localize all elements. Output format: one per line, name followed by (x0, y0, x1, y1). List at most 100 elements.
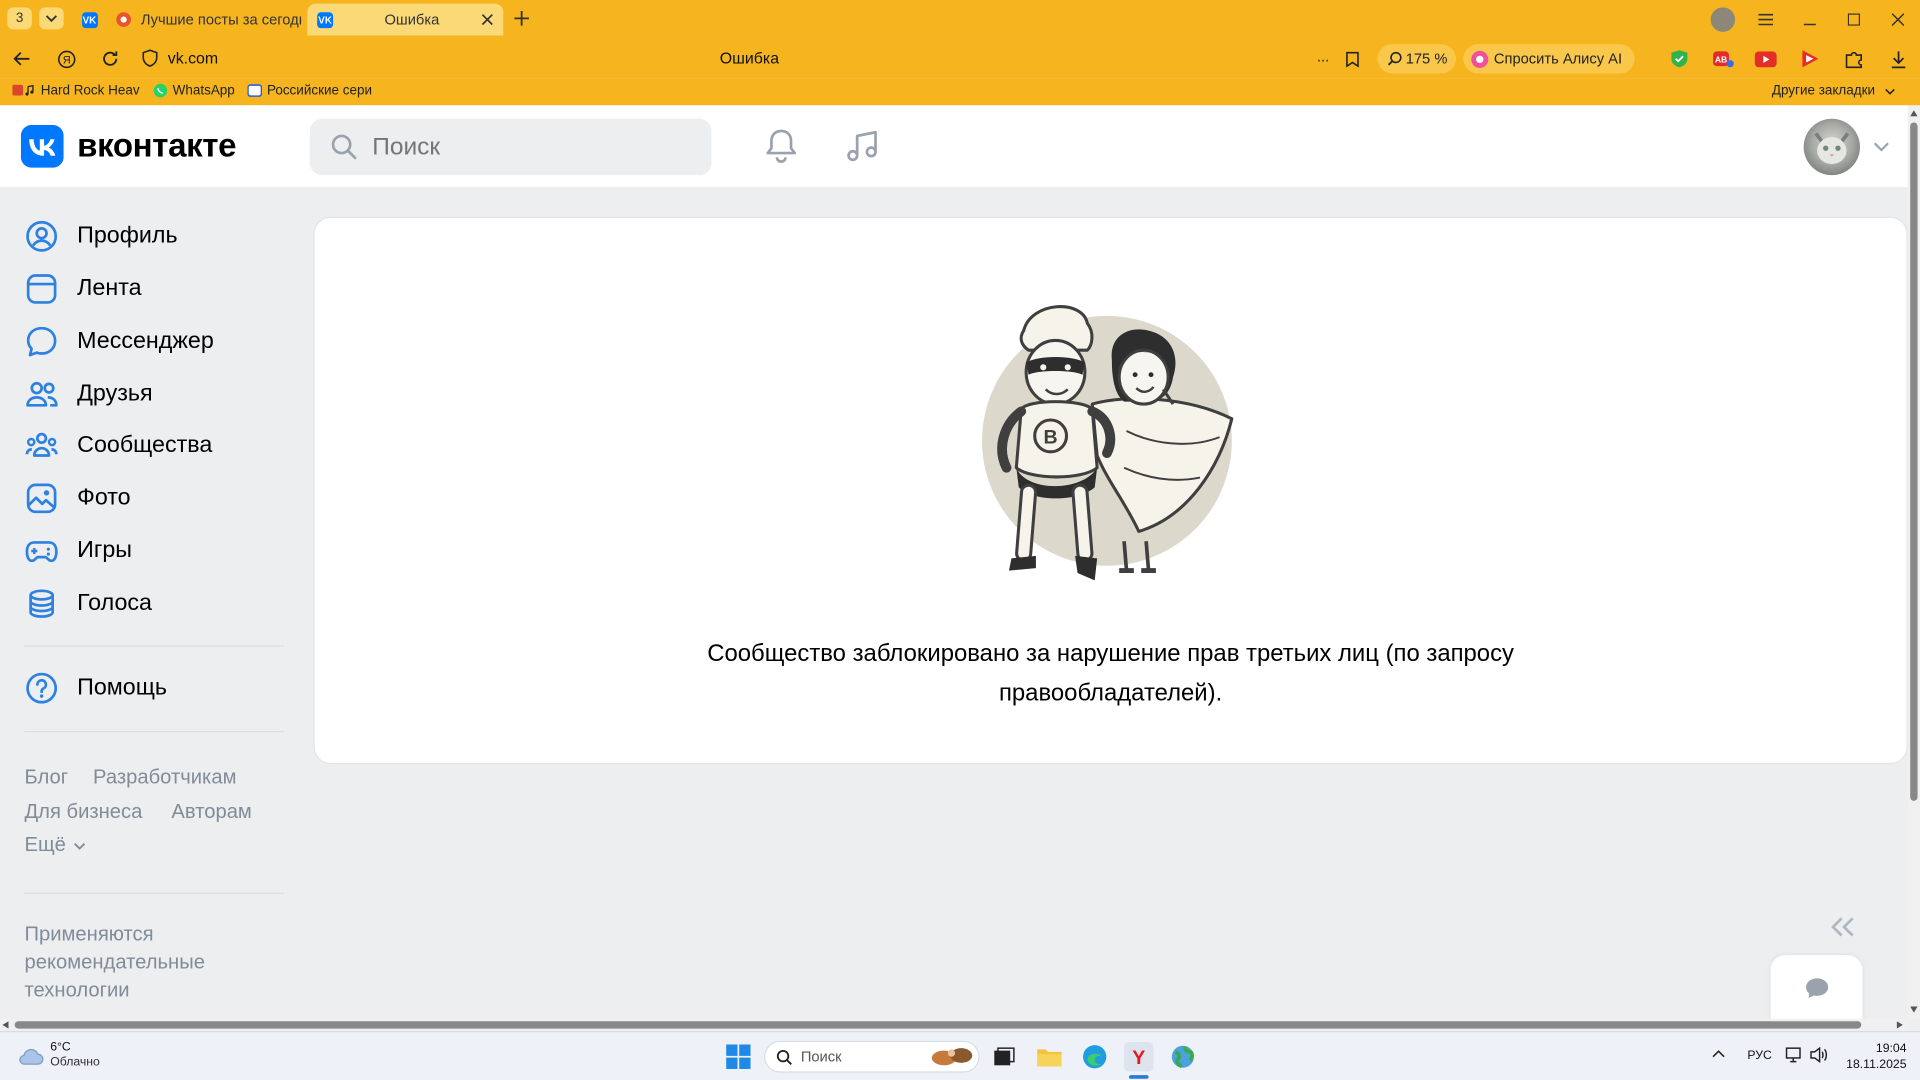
games-icon (25, 541, 58, 563)
sidebar-item-feed[interactable]: Лента (24, 267, 142, 311)
tabs-dropdown-button[interactable] (39, 7, 64, 30)
more-icon: ··· (1316, 49, 1329, 68)
sidebar-item-votes[interactable]: Голоса (24, 582, 152, 626)
footer-link-blog[interactable]: Блог (24, 767, 68, 790)
new-tab-button[interactable] (509, 6, 533, 30)
alice-label: Спросить Алису AI (1493, 50, 1623, 68)
network-status[interactable] (1785, 1047, 1803, 1063)
volume-control[interactable] (1810, 1046, 1830, 1063)
site-security-icon[interactable] (142, 49, 158, 67)
taskbar-search[interactable]: Поиск (764, 1040, 980, 1073)
tab-label: Лучшие посты за сегодня (140, 11, 302, 29)
reload-button[interactable] (98, 47, 122, 71)
footer-link-authors[interactable]: Авторам (171, 801, 251, 824)
back-button[interactable] (10, 47, 34, 71)
tab-error[interactable]: VK Ошибка (307, 3, 504, 36)
close-icon[interactable] (481, 13, 493, 26)
sidebar-item-help[interactable]: Помощь (24, 666, 167, 710)
adblock-extension-button[interactable]: AB (1711, 47, 1735, 71)
arrow-left-icon (13, 52, 30, 66)
vertical-scroll-thumb[interactable] (1910, 122, 1918, 801)
vk-search-box[interactable] (309, 118, 712, 176)
recommend-line: Применяются (24, 923, 154, 946)
sidebar-item-label: Голоса (77, 590, 152, 616)
scroll-right-arrow[interactable] (1896, 1021, 1903, 1029)
sidebar-item-friends[interactable]: Друзья (24, 372, 153, 416)
scroll-down-arrow[interactable] (1910, 1006, 1918, 1014)
yandex-button[interactable]: Я (54, 47, 78, 71)
music-bookmark-icon (12, 84, 34, 96)
search-icon (331, 134, 357, 160)
other-bookmarks-button[interactable]: Другие закладки (1772, 83, 1896, 98)
task-view-button[interactable] (989, 1042, 1018, 1071)
music-button[interactable] (844, 126, 883, 165)
account-menu-chevron[interactable] (1873, 142, 1889, 152)
notifications-button[interactable] (762, 126, 801, 165)
sidebar-item-photo[interactable]: Фото (24, 476, 131, 520)
footer-link-business[interactable]: Для бизнеса (24, 801, 142, 824)
alice-button[interactable]: Спросить Алису AI (1463, 44, 1635, 74)
downloads-button[interactable] (1886, 47, 1910, 71)
scroll-up-arrow[interactable] (1910, 110, 1918, 117)
caret-left-icon (2, 1021, 9, 1029)
sidebar-item-games[interactable]: Игры (24, 529, 132, 573)
horizontal-scroll-thumb[interactable] (14, 1021, 1862, 1029)
footer-more-label: Ещё (24, 833, 66, 856)
chevron-down-icon (73, 843, 85, 850)
recommend-tech-link[interactable]: Применяются рекомендательные технологии (24, 921, 204, 1005)
address-page-title: Ошибка (719, 48, 780, 68)
vk-search-input[interactable] (372, 132, 679, 162)
bookmark-label: Hard Rock Heav (40, 83, 140, 98)
footer-more-button[interactable]: Ещё (24, 834, 85, 857)
vk-logo[interactable]: вконтакте (20, 124, 237, 168)
sidebar-item-profile[interactable]: Профиль (24, 214, 178, 258)
more-dots-button[interactable]: ··· (1311, 47, 1333, 71)
collapse-panel-button[interactable] (1829, 916, 1856, 938)
horizontal-scrollbar[interactable] (0, 1018, 1908, 1032)
input-language[interactable]: РУС (1747, 1049, 1772, 1062)
close-window-button[interactable] (1886, 7, 1910, 31)
clock[interactable]: 19:04 18.11.2025 (1840, 1041, 1906, 1073)
tab-counter-button[interactable]: 3 (7, 7, 32, 30)
start-button[interactable] (724, 1042, 753, 1071)
chat-widget-button[interactable] (1770, 955, 1863, 1029)
photo-icon (26, 483, 57, 514)
task-view-icon (994, 1047, 1015, 1066)
edge-button[interactable] (1080, 1042, 1109, 1071)
vertical-scrollbar[interactable] (1907, 105, 1920, 1019)
user-avatar[interactable] (1803, 118, 1861, 176)
bookmark-button[interactable] (1341, 47, 1363, 71)
bookmarks-bar: Hard Rock Heav WhatsApp Российские сери … (0, 78, 1920, 106)
svg-text:Y: Y (1132, 1047, 1145, 1068)
zoom-indicator[interactable]: 175 % (1377, 44, 1456, 74)
system-tray-expand[interactable] (1712, 1049, 1725, 1058)
tab-pinned-vk[interactable]: VK (73, 4, 105, 36)
maximize-button[interactable] (1842, 7, 1866, 31)
scroll-left-arrow[interactable] (2, 1021, 9, 1029)
play-extension-button[interactable] (1798, 47, 1822, 71)
globe-app-button[interactable] (1168, 1042, 1197, 1071)
protect-extension-button[interactable] (1667, 47, 1691, 71)
minimize-button[interactable] (1798, 7, 1822, 31)
bookmark-item[interactable]: Hard Rock Heav (12, 83, 140, 98)
sidebar-item-messenger[interactable]: Мессенджер (24, 320, 214, 364)
footer-link-developers[interactable]: Разработчикам (93, 767, 236, 790)
bookmark-icon (1345, 51, 1359, 67)
tab-best-posts[interactable]: Лучшие посты за сегодня (108, 4, 301, 36)
bookmark-item[interactable]: WhatsApp (153, 83, 235, 98)
weather-widget[interactable]: 6°C Облачно (17, 1041, 100, 1070)
bookmark-item[interactable]: Российские сери (247, 83, 374, 98)
clock-date: 18.11.2025 (1846, 1057, 1907, 1072)
address-url[interactable]: vk.com (168, 49, 218, 67)
browser-menu-button[interactable] (1753, 7, 1777, 31)
communities-icon (25, 432, 58, 457)
yandex-browser-button[interactable]: Y (1124, 1042, 1154, 1072)
network-icon (1785, 1047, 1801, 1063)
pikabu-favicon-icon (116, 12, 132, 27)
extensions-button[interactable] (1842, 47, 1866, 71)
file-explorer-button[interactable] (1035, 1042, 1064, 1071)
votes-icon (29, 589, 55, 618)
youtube-extension-button[interactable] (1753, 47, 1777, 71)
profile-avatar-browser[interactable] (1710, 7, 1736, 32)
sidebar-item-communities[interactable]: Сообщества (24, 424, 212, 468)
